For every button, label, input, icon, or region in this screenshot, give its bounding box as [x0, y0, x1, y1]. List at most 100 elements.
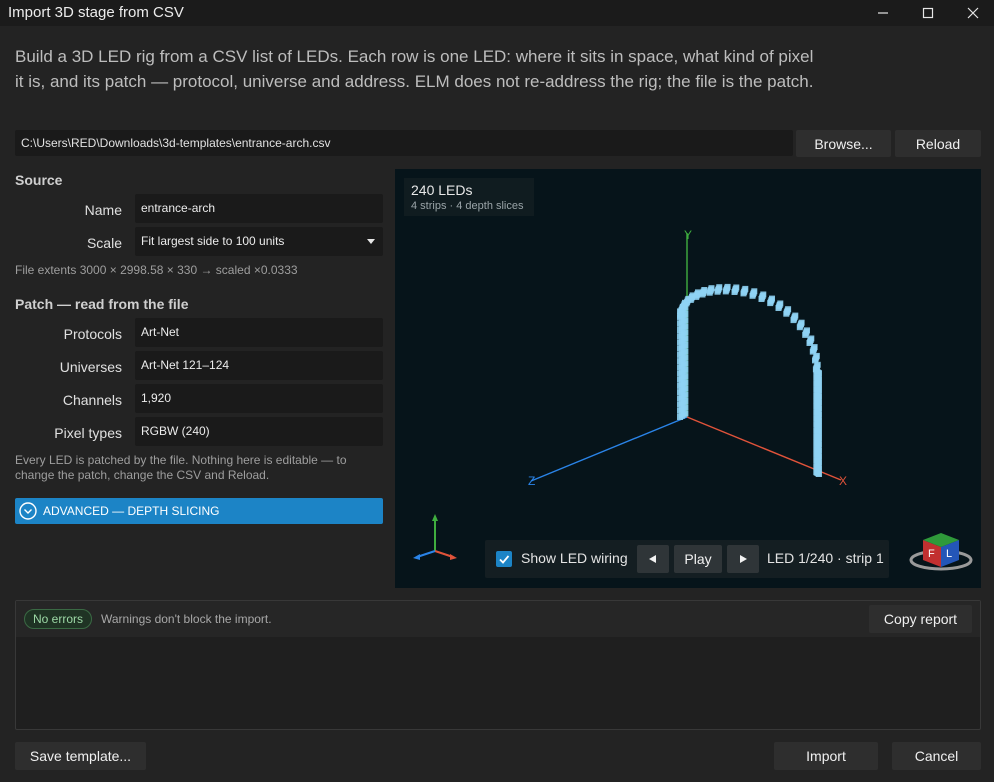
triangle-right-icon [740, 555, 747, 563]
led-pixel [813, 386, 820, 393]
browse-button[interactable]: Browse... [796, 130, 891, 157]
intro-text: Build a 3D LED rig from a CSV list of LE… [15, 47, 814, 91]
led-count-overlay: 240 LEDs 4 strips · 4 depth slices [404, 178, 534, 216]
led-pixel [813, 415, 820, 422]
led-pixel [682, 398, 689, 404]
previous-led-button[interactable] [637, 545, 669, 573]
led-pixel [813, 409, 820, 416]
led-pixel [813, 368, 820, 375]
led-pixel [813, 433, 820, 440]
import-report: No errors Warnings don't block the impor… [15, 600, 981, 730]
check-icon [499, 555, 510, 564]
protocols-label: Protocols [63, 326, 122, 342]
cube-face-left: L [946, 548, 952, 560]
maximize-button[interactable] [905, 0, 951, 26]
minimize-icon [878, 12, 888, 14]
next-led-button[interactable] [727, 545, 759, 573]
view-cube[interactable]: F L [909, 533, 973, 571]
show-wiring-label[interactable]: Show LED wiring [521, 550, 628, 566]
report-header: No errors Warnings don't block the impor… [16, 601, 980, 637]
copy-report-button[interactable]: Copy report [869, 605, 972, 633]
led-pixel [769, 295, 775, 302]
file-extents: File extents 3000 × 2998.58 × 330 → scal… [15, 263, 298, 277]
led-pixel [742, 285, 749, 292]
led-pixel [682, 354, 689, 361]
led-pixel [724, 283, 731, 290]
led-pixel [682, 335, 689, 342]
led-count: 240 LEDs [411, 182, 473, 198]
led-pixel [682, 404, 689, 411]
led-pixel [682, 360, 689, 367]
led-pixel [708, 285, 715, 292]
cube-face-front: F [928, 548, 935, 560]
led-pixel [682, 373, 689, 380]
scale-select[interactable]: Fit largest side to 100 units [135, 227, 383, 256]
source-heading: Source [15, 172, 63, 188]
led-pixel [813, 445, 820, 452]
cancel-button[interactable]: Cancel [892, 742, 981, 770]
advanced-depth-slicing-toggle[interactable]: ADVANCED — DEPTH SLICING [15, 498, 383, 524]
led-pixel [813, 451, 820, 458]
led-pixel [751, 288, 758, 295]
led-pixel [813, 463, 820, 470]
scale-select-value: Fit largest side to 100 units [141, 234, 285, 248]
led-pixel [682, 391, 689, 398]
name-label: Name [84, 202, 122, 218]
led-pixel [813, 457, 820, 464]
y-axis-label: Y [684, 228, 692, 242]
led-pixel [682, 329, 689, 336]
status-badge: No errors [24, 609, 93, 629]
led-pixel [682, 410, 689, 417]
import-button[interactable]: Import [774, 742, 878, 770]
universes-field: Art-Net 121–124 [135, 351, 383, 380]
led-pixel [804, 327, 810, 334]
led-pixel [716, 284, 723, 291]
channels-field: 1,920 [135, 384, 383, 413]
led-pixel [777, 300, 784, 307]
x-axis-label: X [839, 474, 847, 488]
strip-summary: 4 strips · 4 depth slices [411, 200, 524, 212]
name-field: entrance-arch [135, 194, 383, 223]
3d-viewport[interactable]: Y X Z F L 240 LEDs 4 strips · 4 depth sl… [395, 169, 981, 588]
led-pixel [813, 427, 820, 434]
chevron-down-icon [367, 239, 375, 244]
led-pixel [682, 342, 689, 348]
play-button[interactable]: Play [674, 545, 722, 573]
led-pixel [813, 421, 820, 428]
pixel-types-label: Pixel types [54, 425, 122, 441]
led-pixel [689, 292, 696, 299]
axis-gizmo [413, 514, 457, 560]
close-icon [967, 7, 979, 19]
maximize-icon [922, 7, 934, 19]
show-wiring-checkbox[interactable] [496, 551, 512, 567]
patch-heading: Patch — read from the file [15, 296, 189, 312]
led-pixel [813, 374, 820, 381]
led-pixel [682, 317, 689, 324]
patch-note: Every LED is patched by the file. Nothin… [15, 453, 347, 482]
universes-label: Universes [59, 359, 122, 375]
led-pixel [811, 344, 818, 351]
led-pixel [808, 335, 815, 342]
led-pixel [701, 287, 708, 293]
led-pixel [813, 469, 820, 476]
z-axis [530, 416, 688, 482]
led-pixel [813, 352, 820, 359]
led-pixel [792, 312, 799, 319]
file-path-field[interactable]: C:\Users\RED\Downloads\3d-templates\entr… [15, 130, 793, 156]
led-pixel [682, 323, 689, 330]
reload-button[interactable]: Reload [895, 130, 981, 157]
save-template-button[interactable]: Save template... [15, 742, 146, 770]
advanced-label: ADVANCED — DEPTH SLICING [43, 504, 220, 518]
led-pixel [798, 319, 805, 326]
playback-controls: Show LED wiring Play LED 1/240 · strip 1 [485, 540, 889, 578]
close-button[interactable] [950, 0, 994, 26]
scale-label: Scale [86, 235, 122, 251]
protocols-field: Art-Net [135, 318, 383, 347]
led-arch [677, 283, 822, 477]
led-status: LED 1/240 · strip 1 [767, 550, 884, 566]
triangle-left-icon [649, 555, 656, 563]
minimize-button[interactable] [860, 0, 906, 26]
scene-canvas[interactable]: Y X Z F L [395, 169, 981, 588]
led-pixel [785, 306, 792, 313]
channels-label: Channels [62, 392, 122, 408]
